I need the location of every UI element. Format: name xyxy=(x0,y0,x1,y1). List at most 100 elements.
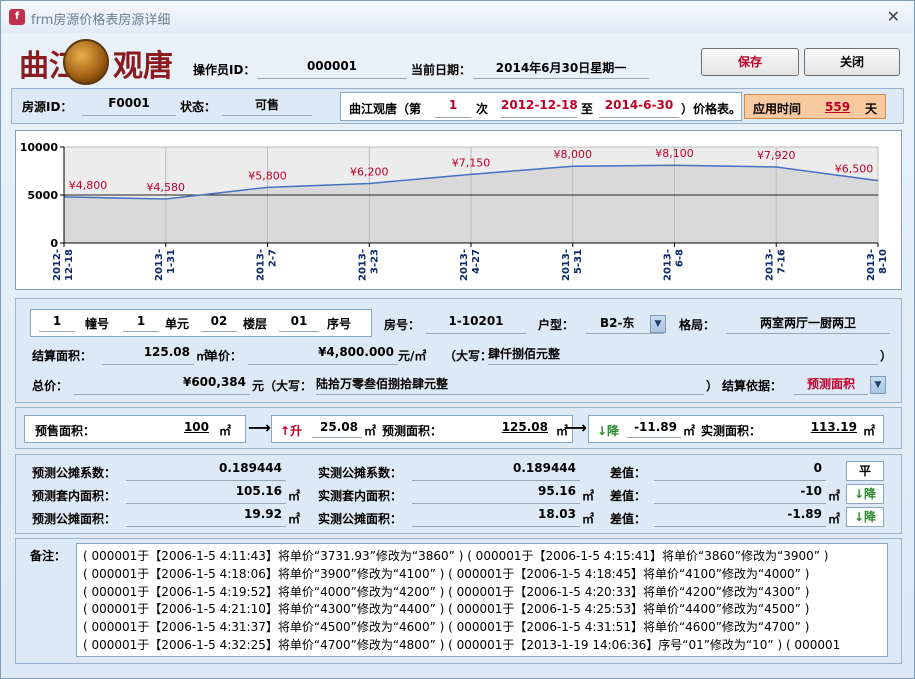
fall-unit: ㎡ xyxy=(683,424,696,438)
remarks-label: 备注： xyxy=(30,549,67,563)
stat-label: 实测套内面积： xyxy=(318,489,403,503)
diff-value: 0 xyxy=(654,461,826,481)
x-tick-label: 2012-12-18 xyxy=(52,249,75,281)
floor-label: 楼层 xyxy=(243,317,268,331)
x-tick-label: 2013-2-7 xyxy=(256,249,279,281)
close-button[interactable]: 关闭 xyxy=(804,48,900,76)
settle-area-label: 结算面积： xyxy=(32,349,93,363)
house-id-value: F0001 xyxy=(82,96,176,116)
room-position-box: 1 幢号 1 单元 02 楼层 01 序号 xyxy=(30,309,372,337)
unit-label: 单元 xyxy=(165,317,190,331)
stat-value: 105.16 xyxy=(126,484,286,504)
unit-value: 1 xyxy=(123,314,159,332)
period-value: 1 xyxy=(435,98,471,118)
logo-right-text: 观唐 xyxy=(113,49,173,84)
diff-status-button[interactable]: 平 xyxy=(846,461,884,481)
stat-label: 预测套内面积： xyxy=(32,489,117,503)
forecast-value: 125.08 xyxy=(501,420,548,434)
data-label: ¥5,800 xyxy=(248,169,287,182)
settle-area-value: 125.08 xyxy=(102,345,194,365)
start-date: 2012-12-18 xyxy=(501,98,578,118)
data-label: ¥6,500 xyxy=(835,163,874,176)
diff-status-button[interactable]: ↓降 xyxy=(846,507,884,527)
stat-label: 实测公摊面积： xyxy=(318,512,403,526)
fall-value: -11.89 xyxy=(627,420,681,438)
remarks-text[interactable]: ( 000001于【2006-1-5 4:11:43】将单价“3731.93”修… xyxy=(76,543,888,657)
diff-unit: ㎡ xyxy=(828,512,841,526)
total-close-paren: ） xyxy=(706,379,719,393)
actual-label: 实测面积： xyxy=(701,424,762,438)
y-tick-label: 0 xyxy=(50,237,58,250)
stat-value: 18.03 xyxy=(412,507,580,527)
stat-value: 95.16 xyxy=(412,484,580,504)
operator-value: 000001 xyxy=(257,59,407,79)
apply-time-box: 应用时间 559 天 xyxy=(744,94,886,119)
apply-time-label: 应用时间 xyxy=(753,102,802,116)
rise-unit: ㎡ xyxy=(364,424,377,438)
operator-label: 操作员ID： xyxy=(193,63,256,77)
title-bar: f frm房源价格表房源详细 ✕ xyxy=(1,1,914,33)
save-button[interactable]: 保存 xyxy=(701,48,799,76)
date-label: 当前日期： xyxy=(411,63,472,77)
remarks-panel: 备注： ( 000001于【2006-1-5 4:11:43】将单价“3731.… xyxy=(15,538,902,664)
logo-emblem-icon xyxy=(63,39,109,85)
diff-value: -10 xyxy=(654,484,826,504)
project-label: 曲江观唐（第 xyxy=(349,102,422,116)
status-label: 状态： xyxy=(180,100,217,114)
unit-price-value: ¥4,800.000 xyxy=(248,345,398,365)
price-chart: 0 5000 10000 ¥4,800 2012-12-18 ¥4,580 2013-1-3… xyxy=(15,130,902,290)
settle-basis-label: 结算依据： xyxy=(722,379,783,393)
data-label: ¥8,000 xyxy=(554,148,593,161)
presale-value: 100 xyxy=(183,420,209,434)
data-label: ¥7,150 xyxy=(452,156,491,169)
price-table-label: ）价格表。 xyxy=(681,102,742,116)
fall-label: ↓降 xyxy=(597,424,620,438)
main-window: f frm房源价格表房源详细 ✕ 曲江 观唐 操作员ID： 000001 当前日… xyxy=(0,0,915,679)
apply-time-value: 559 xyxy=(825,100,851,114)
settle-basis-select[interactable]: 预测面积 xyxy=(794,375,868,395)
x-tick-label: 2013-4-27 xyxy=(459,249,482,281)
to-label: 至 xyxy=(581,102,594,116)
actual-box: ↓降 -11.89 ㎡ 实测面积： 113.19 ㎡ xyxy=(588,415,884,443)
type-dropdown-icon[interactable]: ▼ xyxy=(650,315,666,333)
price-period-box: 曲江观唐（第 1 次 2012-12-18 至 2014-6-30 ）价格表。 xyxy=(340,92,742,121)
stat-label: 预测公摊系数： xyxy=(32,466,117,480)
remark-line: ( 000001于【2006-1-5 4:11:43】将单价“3731.93”修… xyxy=(83,549,829,563)
area-flow-panel: 预售面积： 100 ㎡ ⟶ ↑升 25.08 ㎡ 预测面积： 125.08 ㎡ … xyxy=(15,407,902,449)
date-value: 2014年6月30日星期一 xyxy=(473,59,649,79)
unit-price-upper: 肆仟捌佰元整 xyxy=(488,345,878,365)
unit-price-upper-label: （大写： xyxy=(444,349,493,363)
actual-value: 113.19 xyxy=(810,420,857,434)
diff-status-button[interactable]: ↓降 xyxy=(846,484,884,504)
actual-unit: ㎡ xyxy=(863,424,876,438)
total-value: ¥600,384 xyxy=(74,375,250,395)
total-label: 总价： xyxy=(32,379,69,393)
building-label: 幢号 xyxy=(85,317,110,331)
rise-value: 25.08 xyxy=(312,420,362,438)
layout-value: 两室两厅一厨两卫 xyxy=(726,314,890,334)
presale-box: 预售面积： 100 ㎡ xyxy=(24,415,246,443)
window-title: frm房源价格表房源详细 xyxy=(31,13,171,28)
room-no-label: 房号： xyxy=(384,318,421,332)
x-tick-label: 2013-3-23 xyxy=(357,249,380,281)
diff-unit: ㎡ xyxy=(828,489,841,503)
presale-label: 预售面积： xyxy=(35,424,96,438)
info-bar: 房源ID： F0001 状态： 可售 曲江观唐（第 1 次 2012-12-18… xyxy=(11,88,904,124)
y-tick-label: 5000 xyxy=(27,189,58,202)
house-id-label: 房源ID： xyxy=(22,100,73,114)
settle-basis-dropdown-icon[interactable]: ▼ xyxy=(870,376,886,394)
end-date: 2014-6-30 xyxy=(599,98,679,118)
arrow-icon-2: ⟶ xyxy=(564,418,587,437)
stat-unit: ㎡ xyxy=(582,512,595,526)
building-value: 1 xyxy=(39,314,75,332)
x-tick-label: 2013-7-16 xyxy=(764,249,787,281)
close-window-icon[interactable]: ✕ xyxy=(887,7,900,26)
price-chart-svg: 0 5000 10000 ¥4,800 2012-12-18 ¥4,580 2013-1-3… xyxy=(20,141,889,281)
x-tick-label: 2013-8-10 xyxy=(866,249,889,281)
y-tick-label: 10000 xyxy=(20,141,59,154)
arrow-icon-1: ⟶ xyxy=(248,418,271,437)
remark-line: ( 000001于【2006-1-5 4:19:52】将单价“4000”修改为“… xyxy=(83,584,810,599)
x-tick-label: 2013-6-8 xyxy=(663,249,686,281)
diff-label: 差值： xyxy=(610,466,647,480)
layout-label: 格局： xyxy=(679,318,716,332)
